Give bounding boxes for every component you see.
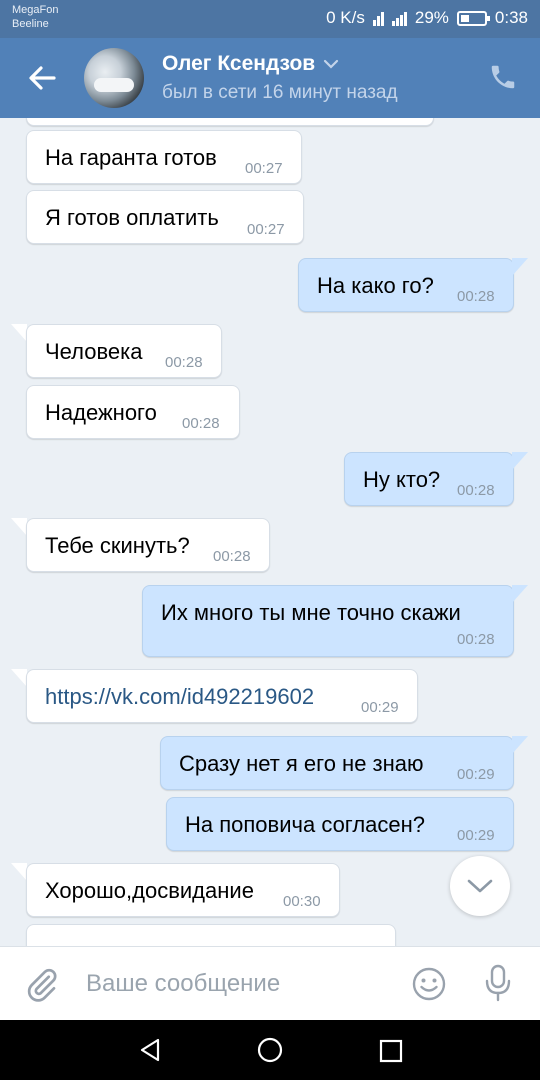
message-bubble[interactable]: Хорошо,досвидание 00:30 xyxy=(26,863,340,917)
chevron-down-icon xyxy=(467,879,493,893)
message-bubble-partial xyxy=(26,924,396,946)
circle-home-icon xyxy=(257,1037,283,1063)
message-bubble[interactable]: Их много ты мне точно скажи 00:28 xyxy=(142,585,514,657)
message-bubble[interactable]: Тебе скинуть? 00:28 xyxy=(26,518,270,572)
back-button[interactable] xyxy=(24,60,60,96)
network-speed: 0 K/s xyxy=(326,8,365,27)
contact-title[interactable]: Олег Ксендзов xyxy=(162,52,339,76)
chat-header: Олег Ксендзов был в сети 16 минут назад xyxy=(0,38,540,118)
message-time: 00:27 xyxy=(245,160,283,177)
message-time: 00:29 xyxy=(457,766,495,783)
bubble-tail xyxy=(11,324,27,342)
message-text: Надежного xyxy=(45,400,157,425)
bubble-tail xyxy=(11,863,27,881)
message-bubble[interactable]: Надежного 00:28 xyxy=(26,385,240,439)
message-feed[interactable]: На гаранта готов 00:27 Я готов оплатить … xyxy=(0,118,540,946)
message-text: На како го? xyxy=(317,273,434,298)
battery-icon xyxy=(456,10,490,26)
message-text: Их много ты мне точно скажи xyxy=(161,600,461,625)
status-bar: MegaFon Beeline 0 K/s 29% 0:38 xyxy=(0,0,540,38)
message-text: Человека xyxy=(45,339,143,364)
battery-percent: 29% xyxy=(414,8,449,27)
nav-home-button[interactable] xyxy=(256,1036,284,1069)
message-time: 00:30 xyxy=(283,893,321,910)
message-composer: Ваше сообщение xyxy=(0,946,540,1020)
carrier-2: Beeline xyxy=(12,18,49,30)
message-bubble[interactable]: https://vk.com/id492219602 00:29 xyxy=(26,669,418,723)
message-text: Хорошо,досвидание xyxy=(45,878,254,903)
square-recents-icon xyxy=(379,1039,403,1063)
message-time: 00:29 xyxy=(361,699,399,716)
microphone-icon xyxy=(485,964,511,1002)
message-text: На гаранта готов xyxy=(45,145,217,170)
message-bubble-partial xyxy=(26,118,434,126)
attach-button[interactable] xyxy=(24,967,60,1008)
nav-recents-button[interactable] xyxy=(378,1038,404,1069)
nav-back-button[interactable] xyxy=(136,1036,164,1069)
message-time: 00:28 xyxy=(213,548,251,565)
voice-message-button[interactable] xyxy=(482,963,514,1008)
message-time: 00:27 xyxy=(247,221,285,238)
carrier-1: MegaFon xyxy=(12,4,59,16)
message-time: 00:29 xyxy=(457,827,495,844)
call-button[interactable] xyxy=(488,62,518,97)
message-bubble[interactable]: Ну кто? 00:28 xyxy=(344,452,514,506)
message-time: 00:28 xyxy=(457,631,495,648)
triangle-back-icon xyxy=(140,1038,160,1062)
system-nav-bar xyxy=(0,1020,540,1080)
signal-2-icon xyxy=(391,10,407,26)
message-input[interactable]: Ваше сообщение xyxy=(86,970,280,998)
message-time: 00:28 xyxy=(165,354,203,371)
bubble-tail xyxy=(512,452,528,470)
message-link[interactable]: https://vk.com/id492219602 xyxy=(45,684,314,710)
arrow-left-icon xyxy=(29,66,56,90)
paperclip-icon xyxy=(27,968,57,1002)
message-bubble[interactable]: Сразу нет я его не знаю 00:29 xyxy=(160,736,514,790)
message-text: Я готов оплатить xyxy=(45,205,219,230)
message-bubble[interactable]: Человека 00:28 xyxy=(26,324,222,378)
message-bubble[interactable]: На гаранта готов 00:27 xyxy=(26,130,302,184)
message-text: Сразу нет я его не знаю xyxy=(179,751,424,776)
message-time: 00:28 xyxy=(457,288,495,305)
message-bubble[interactable]: На како го? 00:28 xyxy=(298,258,514,312)
contact-name: Олег Ксендзов xyxy=(162,52,316,75)
bubble-tail xyxy=(11,669,27,687)
clock: 0:38 xyxy=(494,8,528,27)
emoji-button[interactable] xyxy=(410,965,448,1008)
last-seen-status: был в сети 16 минут назад xyxy=(162,82,398,103)
scroll-to-bottom-button[interactable] xyxy=(450,856,510,916)
bubble-tail xyxy=(11,518,27,536)
message-time: 00:28 xyxy=(457,482,495,499)
smiley-icon xyxy=(412,967,446,1001)
phone-icon xyxy=(491,65,515,89)
message-text: На поповича согласен? xyxy=(185,812,426,837)
message-bubble[interactable]: Я готов оплатить 00:27 xyxy=(26,190,304,244)
status-indicators: 0 K/s 29% 0:38 xyxy=(326,8,528,28)
message-text: Ну кто? xyxy=(363,467,441,492)
avatar[interactable] xyxy=(84,48,144,108)
carrier-info: MegaFon Beeline xyxy=(12,3,58,31)
bubble-tail xyxy=(512,736,528,754)
bubble-tail xyxy=(512,585,528,603)
message-text: Тебе скинуть? xyxy=(45,533,190,558)
bubble-tail xyxy=(512,258,528,276)
message-bubble[interactable]: На поповича согласен? 00:29 xyxy=(166,797,514,851)
signal-icon xyxy=(372,10,384,26)
message-time: 00:28 xyxy=(182,415,220,432)
chevron-down-icon xyxy=(324,59,339,69)
